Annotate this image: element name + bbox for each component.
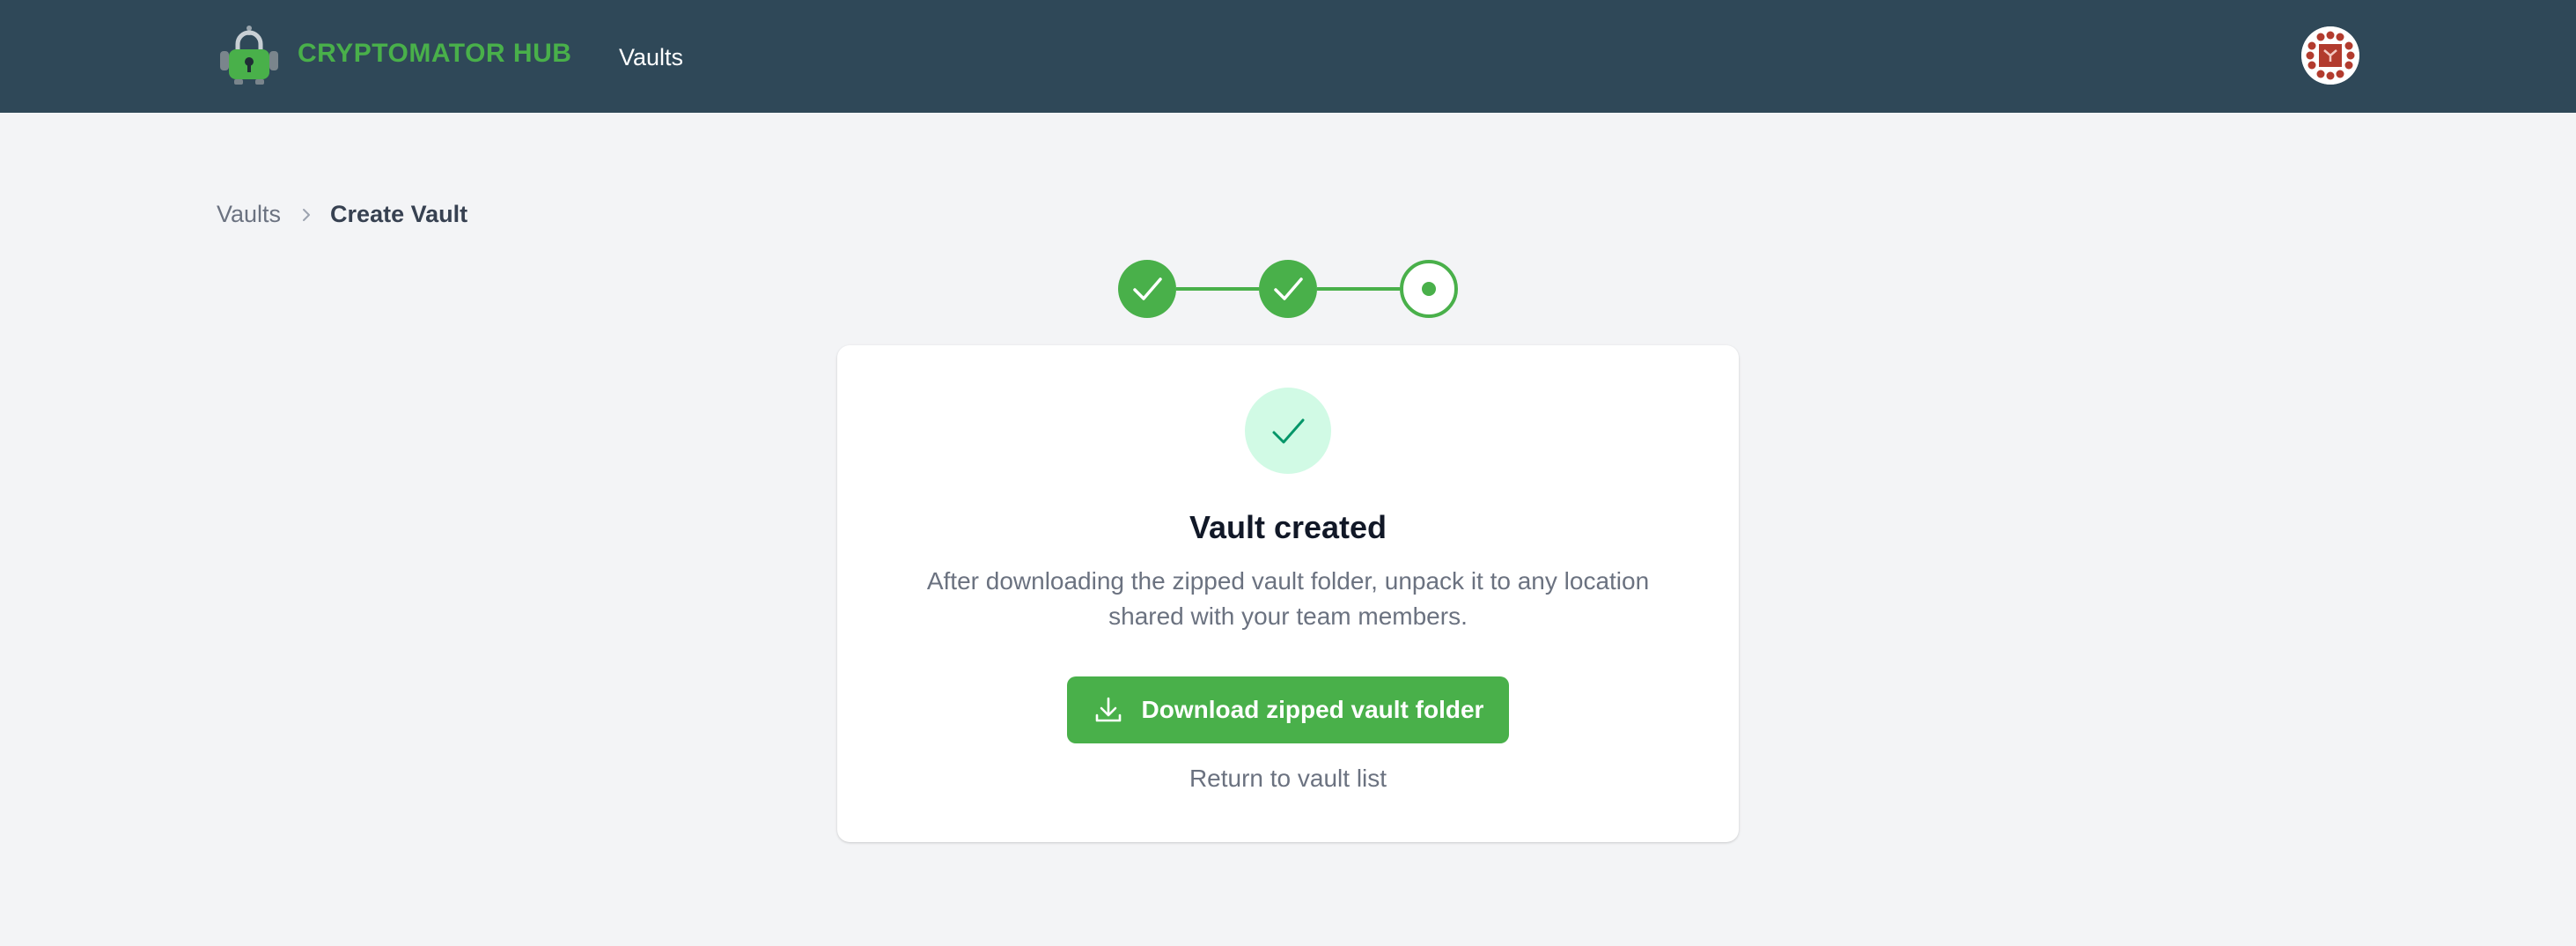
user-avatar-icon[interactable] — [2301, 26, 2359, 85]
stepper-connector-1 — [1176, 287, 1259, 291]
chevron-right-icon — [303, 208, 311, 221]
check-icon — [1133, 277, 1162, 300]
check-icon — [1272, 418, 1305, 444]
breadcrumb-current-page: Create Vault — [330, 201, 468, 227]
step-1-completed — [1118, 260, 1176, 318]
robot-lock-logo-icon — [220, 26, 278, 85]
check-icon — [1274, 277, 1303, 300]
brand-name: CRYPTOMATOR HUB — [298, 39, 572, 68]
step-2-completed — [1259, 260, 1317, 318]
dot-icon — [1422, 282, 1436, 296]
download-button-label: Download zipped vault folder — [1141, 696, 1484, 723]
step-3-current — [1400, 260, 1458, 318]
cryptomator-logo-icon[interactable] — [217, 25, 282, 86]
download-icon — [1095, 697, 1121, 722]
card-description: After downloading the zipped vault folde… — [926, 567, 1650, 630]
return-to-vault-list-link[interactable]: Return to vault list — [837, 765, 1739, 793]
progress-stepper — [1118, 260, 1458, 318]
breadcrumb: Vaults Create Vault — [217, 201, 467, 228]
avatar-pattern — [2301, 26, 2359, 85]
top-navbar: CRYPTOMATOR HUB Vaults — [0, 0, 2576, 113]
stepper-connector-2 — [1317, 287, 1400, 291]
vault-created-card: Vault created After downloading the zipp… — [837, 345, 1739, 842]
card-title: Vault created — [1189, 509, 1387, 545]
success-badge — [1245, 388, 1331, 474]
download-zipped-vault-button[interactable]: Download zipped vault folder — [1067, 676, 1509, 743]
nav-link-vaults[interactable]: Vaults — [619, 44, 683, 71]
breadcrumb-vaults-link[interactable]: Vaults — [217, 201, 281, 228]
